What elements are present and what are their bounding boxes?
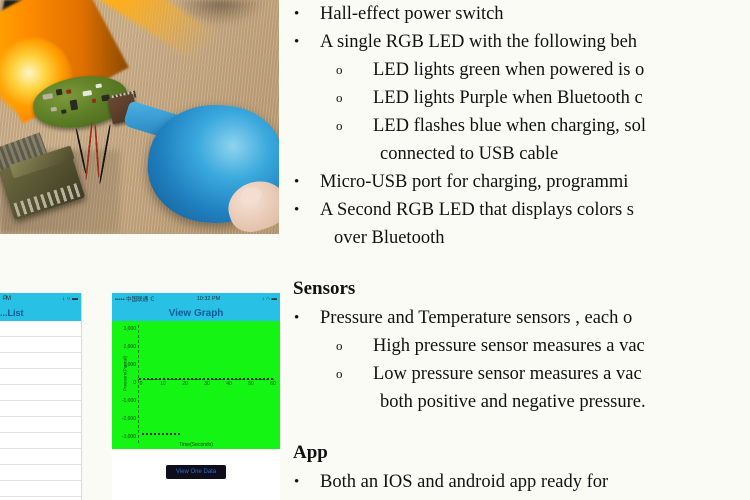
status-icons-right: ↓ ∩ ▬ <box>261 296 277 302</box>
prototype-photo <box>0 0 279 234</box>
list-item[interactable] <box>0 481 81 497</box>
nav-title-right: View Graph <box>168 307 224 319</box>
bullet-marker-icon: • <box>294 174 300 190</box>
bullet-list-item: • Pressure and Temperature sensors , each… <box>280 304 750 332</box>
list-item-continuation: over Bluetooth <box>334 228 445 248</box>
list-item[interactable] <box>0 465 81 481</box>
series-pressure-low-segment <box>142 433 182 435</box>
bullet-text: Pressure and Temperature sensors , each … <box>320 308 633 328</box>
status-bar-left: PM ↓ ○ ▬ <box>0 293 81 304</box>
list-item-continuation: connected to USB cable <box>380 144 559 164</box>
bullet-marker-icon: • <box>294 202 300 218</box>
bullet-list-item: o Low pressure sensor measures a vac <box>280 360 750 388</box>
x-tick-label: 50 <box>248 381 254 387</box>
bullet-list-item: o LED lights Purple when Bluetooth c <box>280 84 750 112</box>
x-tick-label: 10 <box>160 381 166 387</box>
bullet-marker-icon: • <box>294 474 300 490</box>
bullet-marker-icon: o <box>336 338 343 353</box>
bullet-text: A single RGB LED with the following beh <box>320 32 638 52</box>
series-pressure-baseline <box>139 378 274 380</box>
x-tick-label: 60 <box>270 381 276 387</box>
y-axis-line <box>138 325 139 443</box>
bullet-text: High pressure sensor measures a vac <box>373 336 645 356</box>
list-item[interactable] <box>0 321 81 337</box>
y-tick-label: 0 <box>133 380 136 386</box>
x-tick-label: 0 <box>139 381 143 387</box>
bullet-marker-icon: o <box>336 118 343 133</box>
status-carrier-right: ••••• 中国联通 Ｃ <box>115 297 156 303</box>
bullet-marker-icon: • <box>294 6 300 22</box>
bullet-list-item: • A Second RGB LED that displays colors s <box>280 196 750 224</box>
list-item[interactable] <box>0 353 81 369</box>
bullet-text: LED lights Purple when Bluetooth c <box>373 88 643 108</box>
bullet-list-item: • Both an IOS and android app ready for <box>280 468 750 496</box>
nav-title-left: ...List <box>0 307 24 318</box>
status-bar-right: ••••• 中国联通 Ｃ 10:32 PM ↓ ∩ ▬ <box>112 293 280 305</box>
list-item[interactable] <box>0 337 81 353</box>
bullet-list-item: • A single RGB LED with the following beh <box>280 28 750 56</box>
list-item[interactable] <box>0 401 81 417</box>
x-tick-label: 30 <box>204 381 210 387</box>
bullet-list-item: o High pressure sensor measures a vac <box>280 332 750 360</box>
bullet-list-item: • Hall-effect power switch <box>280 0 750 28</box>
y-tick-label: -3,000 <box>121 434 136 440</box>
bullet-list-item: o LED flashes blue when charging, sol <box>280 112 750 140</box>
bullet-text: Micro-USB port for charging, programmi <box>320 172 629 192</box>
section-heading: App <box>293 442 328 463</box>
phone-screenshot-list: PM ↓ ○ ▬ ...List <box>0 293 82 500</box>
bullet-marker-icon: o <box>336 62 343 77</box>
phone-screenshot-graph: ••••• 中国联通 Ｃ 10:32 PM ↓ ∩ ▬ View Graph 3… <box>112 293 280 500</box>
bullet-text: A Second RGB LED that displays colors s <box>320 200 634 220</box>
list-item[interactable] <box>0 385 81 401</box>
section-heading: Sensors <box>293 278 356 299</box>
nav-bar-left: ...List <box>0 304 81 321</box>
bullet-text: Low pressure sensor measures a vac <box>373 364 642 384</box>
view-one-data-button[interactable]: View One Data <box>165 465 227 479</box>
pressure-time-chart: 3,000 2,000 1,000 0 -1,000 -2,000 -3,000 0 10 20… <box>112 321 280 449</box>
x-tick-label: 20 <box>182 381 188 387</box>
nav-bar-right: View Graph <box>112 305 280 321</box>
bullet-marker-icon: • <box>294 34 300 50</box>
bullet-marker-icon: o <box>336 90 343 105</box>
y-tick-label: 3,000 <box>123 326 136 332</box>
bullet-text: LED flashes blue when charging, sol <box>373 116 646 136</box>
bullet-text: Both an IOS and android app ready for <box>320 472 609 492</box>
bullet-text: LED lights green when powered is o <box>373 60 645 80</box>
x-tick-label: 40 <box>226 381 232 387</box>
bullet-list-item: • Micro-USB port for charging, programmi <box>280 168 750 196</box>
list-item[interactable] <box>0 433 81 449</box>
status-time-left: PM <box>3 295 11 302</box>
list-item[interactable] <box>0 369 81 385</box>
list-item[interactable] <box>0 417 81 433</box>
bullet-text: Hall-effect power switch <box>320 4 504 24</box>
document-text-pane: • Hall-effect power switch • A single RGB L… <box>280 0 750 500</box>
bullet-marker-icon: o <box>336 366 343 381</box>
status-icons-left: ↓ ○ ▬ <box>62 295 78 302</box>
y-axis-label: Pressure(Pascal) <box>122 355 128 392</box>
bullet-list-item: o LED lights green when powered is o <box>280 56 750 84</box>
list-item-continuation: both positive and negative pressure. <box>380 392 646 412</box>
bullet-marker-icon: • <box>294 310 300 326</box>
status-time-right: 10:32 PM <box>196 296 221 302</box>
list-container[interactable] <box>0 321 81 500</box>
button-area: View One Data <box>112 449 280 495</box>
x-axis-label: Time(Seconds) <box>179 442 213 448</box>
y-tick-label: -2,000 <box>121 416 136 422</box>
list-item[interactable] <box>0 449 81 465</box>
